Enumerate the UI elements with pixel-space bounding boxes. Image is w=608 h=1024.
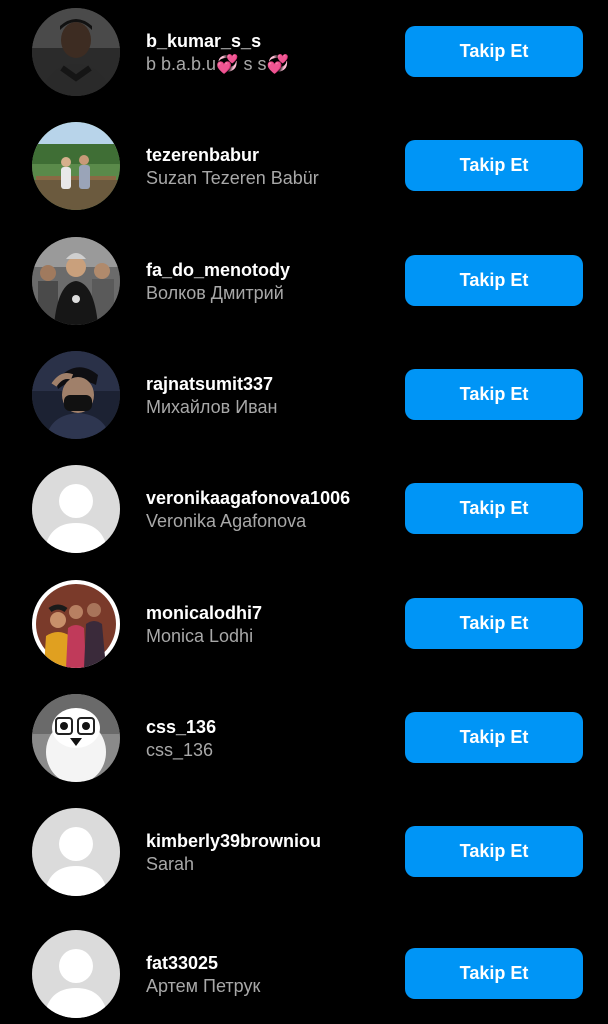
avatar[interactable] [32,808,120,896]
avatar[interactable] [32,122,120,210]
full-name: b b.a.b.u💞 s s💞 [146,54,289,74]
profile-photo-icon [32,122,120,210]
avatar[interactable] [32,8,120,96]
default-avatar-icon [32,465,120,553]
list-item[interactable]: b_kumar_s_s b b.a.b.u💞 s s💞 Takip Et [0,8,608,98]
profile-photo-icon [32,351,120,439]
follow-button[interactable]: Takip Et [405,948,583,999]
avatar[interactable] [32,580,120,668]
username[interactable]: monicalodhi7 [146,602,396,624]
full-name: Михайлов Иван [146,397,278,417]
full-name: Артем Петрук [146,976,261,996]
follow-button[interactable]: Takip Et [405,140,583,191]
username[interactable]: kimberly39browniou [146,830,396,852]
list-item[interactable]: kimberly39browniou Sarah Takip Et [0,808,608,898]
suggested-users-list: b_kumar_s_s b b.a.b.u💞 s s💞 Takip Et tez… [0,0,608,1024]
default-avatar-icon [32,808,120,896]
list-item[interactable]: rajnatsumit337 Михайлов Иван Takip Et [0,351,608,441]
avatar[interactable] [32,694,120,782]
avatar[interactable] [32,465,120,553]
full-name: Волков Дмитрий [146,283,284,303]
full-name: Veronika Agafonova [146,511,307,531]
follow-button[interactable]: Takip Et [405,598,583,649]
follow-button[interactable]: Takip Et [405,26,583,77]
full-name: css_136 [146,740,214,760]
list-item[interactable]: tezerenbabur Suzan Tezeren Babür Takip E… [0,122,608,212]
follow-button[interactable]: Takip Et [405,369,583,420]
username[interactable]: fat33025 [146,952,396,974]
list-item[interactable]: monicalodhi7 Monica Lodhi Takip Et [0,580,608,670]
profile-photo-icon [32,8,120,96]
default-avatar-icon [32,930,120,1018]
username[interactable]: css_136 [146,716,396,738]
follow-button[interactable]: Takip Et [405,712,583,763]
follow-button[interactable]: Takip Et [405,255,583,306]
full-name: Sarah [146,854,195,874]
list-item[interactable]: css_136 css_136 Takip Et [0,694,608,784]
full-name: Monica Lodhi [146,626,254,646]
username[interactable]: b_kumar_s_s [146,30,396,52]
avatar[interactable] [32,930,120,1018]
follow-button[interactable]: Takip Et [405,826,583,877]
list-item[interactable]: veronikaagafonova1006 Veronika Agafonova… [0,465,608,555]
username[interactable]: tezerenbabur [146,144,396,166]
profile-photo-icon [32,580,120,668]
username[interactable]: fa_do_menotody [146,259,396,281]
avatar[interactable] [32,237,120,325]
profile-photo-icon [32,237,120,325]
list-item[interactable]: fa_do_menotody Волков Дмитрий Takip Et [0,237,608,327]
full-name: Suzan Tezeren Babür [146,168,319,188]
list-item[interactable]: fat33025 Артем Петрук Takip Et [0,930,608,1020]
follow-button[interactable]: Takip Et [405,483,583,534]
profile-photo-icon [32,694,120,782]
username[interactable]: veronikaagafonova1006 [146,487,396,509]
avatar[interactable] [32,351,120,439]
username[interactable]: rajnatsumit337 [146,373,396,395]
